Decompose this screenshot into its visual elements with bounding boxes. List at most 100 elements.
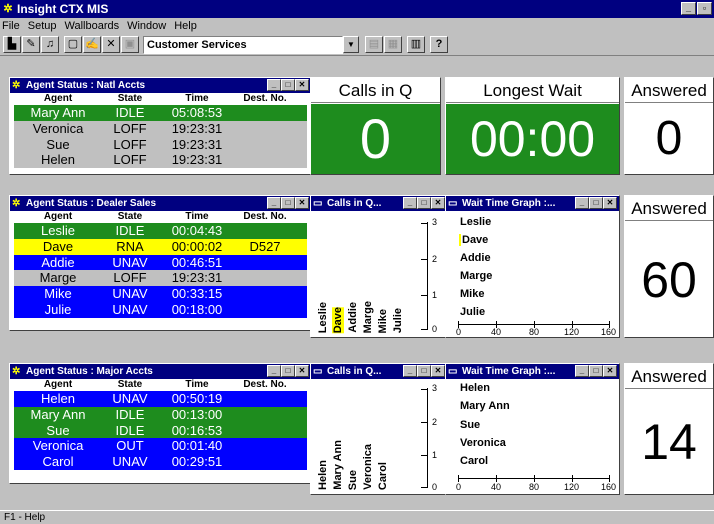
x-tick-label: 0: [456, 482, 462, 492]
x-tick-label: 120: [564, 327, 580, 337]
agent-state: LOFF: [113, 270, 147, 286]
maximize-button[interactable]: □: [589, 365, 603, 377]
menu-wallboards[interactable]: Wallboards: [64, 20, 119, 32]
agent-name: Helen: [41, 391, 75, 406]
col-time: Time: [185, 93, 209, 104]
close-button[interactable]: ✕: [295, 79, 309, 91]
status-bar: F1 - Help: [0, 510, 714, 523]
delete-icon[interactable]: ✕: [102, 36, 120, 53]
answered-value: 60: [641, 252, 697, 308]
minimize-button[interactable]: _: [681, 2, 696, 15]
new-icon[interactable]: ▢: [64, 36, 82, 53]
x-tick-label: 80: [529, 327, 540, 337]
menu-setup[interactable]: Setup: [28, 20, 57, 32]
maximize-button[interactable]: □: [589, 197, 603, 209]
agent-dest: [236, 454, 294, 470]
col-agent: Agent: [43, 211, 73, 222]
close-button[interactable]: ✕: [603, 365, 617, 377]
minimize-button[interactable]: _: [267, 197, 281, 209]
minimize-button[interactable]: _: [403, 197, 417, 209]
grid-icon[interactable]: ▦: [384, 36, 402, 53]
agent-dest: [236, 105, 294, 121]
agent-status-dealer-window: ✲ Agent Status : Dealer Sales _ □ ✕ Agen…: [9, 195, 312, 331]
close-button[interactable]: ✕: [431, 365, 445, 377]
agent-state: LOFF: [113, 136, 147, 152]
maximize-button[interactable]: □: [281, 197, 295, 209]
col-state: State: [117, 211, 143, 222]
close-button[interactable]: ✕: [295, 365, 309, 377]
y-tick: [421, 259, 427, 260]
minimize-button[interactable]: _: [575, 197, 589, 209]
table-row: Dave RNA 00:00:02 D527: [14, 238, 307, 255]
notes-icon[interactable]: ▥: [407, 36, 425, 53]
help-icon[interactable]: ?: [430, 36, 448, 53]
minimize-button[interactable]: _: [267, 365, 281, 377]
agent-dest: [236, 438, 294, 454]
col-time: Time: [185, 379, 209, 390]
agent-name: Sue: [46, 422, 70, 438]
agent-name: Mike: [460, 288, 485, 300]
y-tick: [421, 389, 427, 390]
minimize-button[interactable]: _: [575, 365, 589, 377]
display-icon[interactable]: ▤: [365, 36, 383, 53]
maximize-button[interactable]: □: [281, 365, 295, 377]
y-tick-label: 0: [432, 482, 438, 492]
app-icon: ✲: [12, 197, 21, 209]
window-titlebar: ✲ Agent Status : Major Accts _ □ ✕: [10, 364, 311, 379]
agent-time: 00:13:00: [171, 406, 223, 422]
tools-icon[interactable]: ✎: [22, 36, 40, 53]
agent-state: UNAV: [112, 286, 148, 302]
maximize-button[interactable]: □: [417, 197, 431, 209]
edit-icon[interactable]: ✍: [83, 36, 101, 53]
minimize-button[interactable]: _: [267, 79, 281, 91]
agent-time: 00:01:40: [171, 438, 223, 454]
y-tick-label: 2: [432, 417, 438, 427]
menu-help[interactable]: Help: [174, 20, 197, 32]
window-icon: ▭: [448, 197, 458, 209]
table-row: Mary Ann IDLE 05:08:53: [14, 105, 307, 121]
save-icon[interactable]: ▣: [121, 36, 139, 53]
agent-state: UNAV: [112, 454, 148, 470]
chevron-down-icon[interactable]: ▼: [343, 36, 359, 53]
agent-name: Mary Ann: [30, 406, 86, 422]
close-button[interactable]: ✕: [431, 197, 445, 209]
window-title: Calls in Q...: [327, 198, 382, 209]
queue-name: Mary Ann: [332, 440, 344, 490]
menu-window[interactable]: Window: [127, 20, 166, 32]
table-row: Helen UNAV 00:50:19: [14, 391, 307, 407]
col-agent: Agent: [43, 93, 73, 104]
close-button[interactable]: ✕: [603, 197, 617, 209]
longest-wait-value: 00:00: [446, 104, 619, 174]
app-icon: ✲: [12, 79, 21, 91]
bell-icon[interactable]: ♫: [41, 36, 59, 53]
calls-in-q-graph-major-window: ▭ Calls in Q... _ □ ✕ 3 2 1 0 Helen Mary…: [310, 363, 448, 495]
restore-button[interactable]: ▫: [697, 2, 712, 15]
answered-dealer-panel: Answered 60: [624, 195, 714, 338]
y-tick-label: 3: [432, 383, 438, 393]
maximize-button[interactable]: □: [281, 79, 295, 91]
window-icon: ▭: [313, 197, 323, 209]
chart-icon[interactable]: ▙: [3, 36, 21, 53]
x-tick: [534, 475, 535, 482]
agent-dest: [236, 255, 294, 271]
agent-name: Carol: [42, 454, 74, 470]
menu-file[interactable]: File: [2, 20, 20, 32]
table-header: Agent State Time Dest. No.: [10, 379, 311, 391]
queue-name: Helen: [317, 460, 329, 490]
x-tick-label: 40: [491, 327, 502, 337]
agent-name: Julie: [44, 301, 72, 317]
agent-state: RNA: [116, 238, 144, 254]
minimize-button[interactable]: _: [403, 365, 417, 377]
maximize-button[interactable]: □: [417, 365, 431, 377]
agent-name: Veronica: [32, 120, 84, 136]
y-tick-label: 0: [432, 324, 438, 334]
close-button[interactable]: ✕: [295, 197, 309, 209]
table-row: Sue IDLE 00:16:53: [14, 422, 307, 439]
col-state: State: [117, 93, 143, 104]
x-tick: [458, 475, 459, 482]
queue-name: Dave: [332, 306, 344, 333]
calls-in-q-panel: Calls in Q 0: [310, 77, 441, 175]
wallboard-select[interactable]: Customer Services: [143, 35, 343, 54]
agent-time: 05:08:53: [171, 105, 223, 120]
agent-name: Mike: [44, 286, 72, 302]
